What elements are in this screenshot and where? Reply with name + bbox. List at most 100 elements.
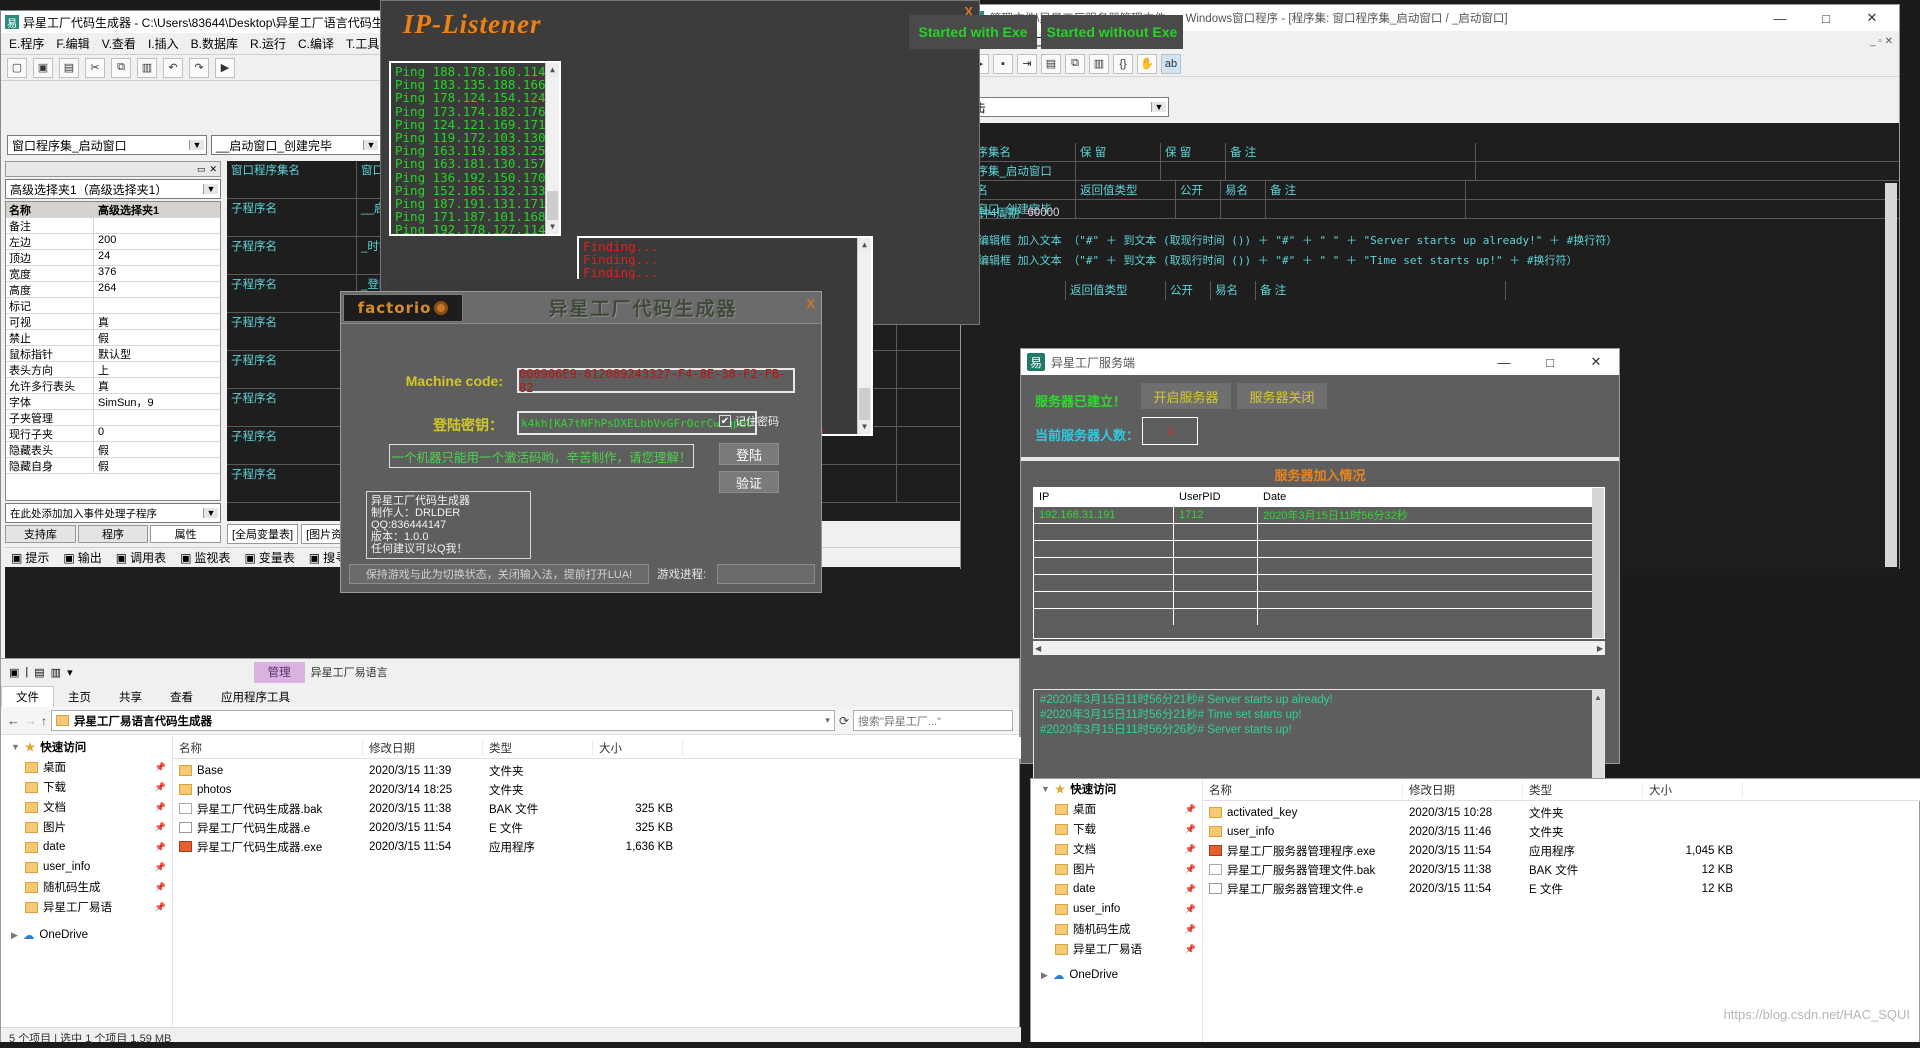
property-panel-header[interactable]: ▭ ✕	[5, 161, 221, 177]
editor-vscrollbar[interactable]	[1885, 183, 1897, 567]
ping-scroll-thumb[interactable]	[547, 191, 558, 221]
checkbox-check-icon[interactable]: ✔	[719, 415, 731, 427]
hscroll-left-icon[interactable]: ◀	[1035, 644, 1041, 653]
paste-icon[interactable]: ▥	[137, 57, 157, 78]
pin-icon[interactable]: 📌	[155, 882, 166, 893]
chevron-down-icon[interactable]: ▼	[189, 140, 204, 150]
started-with-exe-button[interactable]: Started with Exe	[909, 15, 1037, 49]
editor-stop-icon[interactable]: ▪	[993, 53, 1013, 74]
ribbon-tab-file[interactable]: 文件	[1, 686, 54, 707]
col-date-right[interactable]: 修改日期	[1403, 781, 1523, 798]
property-row[interactable]: 字体 SimSun，9	[6, 394, 220, 410]
forward-icon[interactable]: →	[24, 713, 37, 728]
col-name-right[interactable]: 名称	[1203, 781, 1403, 798]
property-value[interactable]: 264	[94, 282, 220, 297]
nav-item[interactable]: user_info 📌	[1031, 899, 1202, 919]
editor-progset-row[interactable]: 程序集_启动窗口	[961, 162, 1899, 181]
table-row-empty[interactable]	[1034, 574, 1604, 591]
qat-new-icon[interactable]: ▥	[51, 666, 61, 679]
property-value[interactable]: SimSun，9	[94, 394, 220, 409]
tab-support-lib[interactable]: 支持库	[5, 525, 76, 543]
nav-item[interactable]: 随机码生成 📌	[1031, 919, 1202, 939]
address-breadcrumb[interactable]: 异星工厂易语言代码生成器 ▾	[51, 710, 835, 731]
editor-paste-icon[interactable]: ▥	[1089, 53, 1109, 74]
verify-button[interactable]: 验证	[719, 471, 779, 493]
nav-onedrive-expand-icon[interactable]: ▶	[11, 930, 18, 941]
menu-run[interactable]: R.运行	[250, 35, 286, 52]
explorer-left-quick-access-toolbar[interactable]: ▣ | ▤ ▥ ▾ 管理 异星工厂易语言	[1, 659, 1019, 685]
menu-edit[interactable]: F.编辑	[56, 35, 89, 52]
editor-combo[interactable]: 击 ▼	[969, 97, 1169, 117]
server-table-vscrollbar[interactable]	[1592, 488, 1604, 638]
file-row[interactable]: Base 2020/3/15 11:39 文件夹	[173, 761, 1021, 780]
col-size[interactable]: 大小	[593, 739, 683, 756]
nav-item[interactable]: 异星工厂易语 📌	[1, 897, 172, 917]
qat-folder-icon[interactable]: ▣	[9, 666, 19, 679]
editor-chevron-down-icon[interactable]: ▼	[1151, 102, 1166, 112]
pin-icon[interactable]: 📌	[1185, 844, 1196, 855]
property-row[interactable]: 高度 264	[6, 282, 220, 298]
explorer-left-ribbon[interactable]: 文件 主页 共享 查看 应用程序工具	[1, 685, 1019, 707]
tab-global-vars[interactable]: [全局变量表]	[227, 524, 299, 544]
property-row[interactable]: 隐藏表头假	[6, 442, 220, 458]
property-value[interactable]: 上	[94, 362, 220, 377]
close-icon[interactable]: ✕	[209, 164, 217, 175]
property-row[interactable]: 标记	[6, 298, 220, 314]
explorer-left-window[interactable]: ▣ | ▤ ▥ ▾ 管理 异星工厂易语言 文件 主页 共享 查看 应用程序工具 …	[0, 658, 1021, 1048]
up-icon[interactable]: ↑	[41, 714, 47, 728]
property-value[interactable]: 假	[94, 458, 220, 473]
file-row[interactable]: photos 2020/3/14 18:25 文件夹	[173, 780, 1021, 799]
file-row[interactable]: 异星工厂服务器管理文件.e 2020/3/15 11:54 E 文件 12 KB	[1203, 879, 1920, 898]
manage-tab[interactable]: 管理	[253, 661, 305, 683]
breadcrumb-chevron-icon[interactable]: ▾	[825, 715, 830, 726]
finding-scrollbar[interactable]: ▲ ▼	[857, 238, 871, 434]
file-row[interactable]: 异星工厂代码生成器.exe 2020/3/15 11:54 应用程序 1,636 KB	[173, 837, 1021, 856]
nav-item[interactable]: 图片 📌	[1031, 859, 1202, 879]
property-value[interactable]: 376	[94, 266, 220, 281]
status-tab-calls[interactable]: ▣ 调用表	[116, 549, 166, 566]
chevron-down-icon-2[interactable]: ▼	[363, 140, 378, 150]
col-date[interactable]: 修改日期	[363, 739, 483, 756]
editor-close-button[interactable]: ✕	[1849, 4, 1895, 32]
machine-code-input[interactable]: 000906E9-812089243327-F4-8E-38-F2-FB-82	[517, 367, 795, 395]
server-close-button[interactable]: ✕	[1573, 348, 1619, 376]
property-value[interactable]: 24	[94, 250, 220, 265]
pin-icon[interactable]: 📌	[155, 782, 166, 793]
run-icon[interactable]: ▶	[215, 57, 235, 78]
property-row[interactable]: 隐藏自身假	[6, 458, 220, 474]
server-join-table[interactable]: IP UserPID Date 192.168.31.191 1712 2020年3…	[1033, 487, 1605, 639]
property-row[interactable]: 禁止假	[6, 330, 220, 346]
table-row-empty[interactable]	[1034, 557, 1604, 574]
property-row[interactable]: 鼠标指针 默认型	[6, 346, 220, 362]
tab-program[interactable]: 程序	[77, 525, 149, 543]
new-icon[interactable]: ▢	[7, 57, 27, 78]
explorer-left-addressbar[interactable]: ← → ↑ 异星工厂易语言代码生成器 ▾ ⟳ 搜索"异星工厂..."	[1, 707, 1019, 735]
game-process-input[interactable]	[717, 564, 815, 584]
ping-output-textarea[interactable]: Ping 188.178.160.114 Ping 183.135.188.166…	[389, 61, 561, 236]
nav-item[interactable]: date 📌	[1031, 879, 1202, 899]
minimize-icon[interactable]: ▭	[197, 164, 206, 175]
qat-pin-icon[interactable]: ▤	[34, 666, 44, 679]
factorio-close-button[interactable]: X	[806, 296, 815, 311]
ribbon-tab-home[interactable]: 主页	[54, 686, 105, 707]
menu-compile[interactable]: C.编译	[298, 35, 334, 52]
pin-icon[interactable]: 📌	[155, 762, 166, 773]
property-value[interactable]: 真	[94, 314, 220, 329]
status-tab-hint[interactable]: ▣ 提示	[11, 549, 49, 566]
server-table-hscrollbar[interactable]: ◀ ▶	[1033, 641, 1605, 655]
server-log[interactable]: #2020年3月15日11时56分21秒# Server starts up a…	[1033, 689, 1605, 781]
explorer-right-column-header[interactable]: 名称 修改日期 类型 大小	[1203, 779, 1920, 801]
pin-icon[interactable]: 📌	[155, 802, 166, 813]
property-row[interactable]: 允许多行表头真	[6, 378, 220, 394]
tab-properties[interactable]: 属性	[150, 525, 222, 543]
nav-onedrive-expand-icon-right[interactable]: ▶	[1041, 970, 1048, 981]
col-type-right[interactable]: 类型	[1523, 781, 1643, 798]
server-maximize-button[interactable]: □	[1527, 348, 1573, 376]
status-tab-output[interactable]: ▣ 输出	[63, 549, 101, 566]
back-icon[interactable]: ←	[7, 713, 20, 728]
property-value[interactable]	[94, 298, 220, 313]
table-row[interactable]: 192.168.31.191 1712 2020年3月15日11时56分32秒	[1034, 506, 1604, 523]
refresh-icon[interactable]: ⟳	[839, 714, 849, 728]
undo-icon[interactable]: ↶	[163, 57, 183, 78]
pin-icon[interactable]: 📌	[1185, 824, 1196, 835]
